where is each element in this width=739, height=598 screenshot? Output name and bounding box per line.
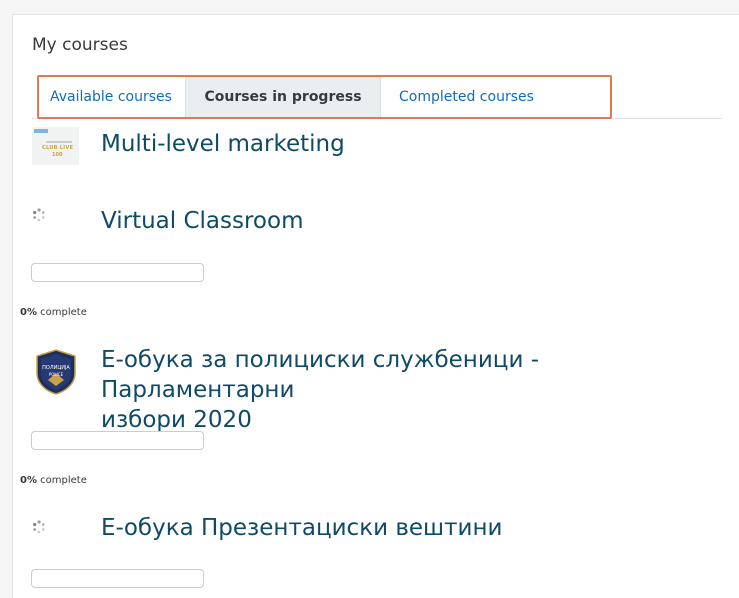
progress-bar xyxy=(31,569,204,588)
progress-bar xyxy=(31,431,204,450)
police-badge-icon[interactable]: ПОЛИЦИЈА POLICE xyxy=(34,349,78,395)
block-title: My courses xyxy=(32,35,128,55)
progress-suffix: complete xyxy=(36,307,87,318)
progress-suffix: complete xyxy=(36,475,87,486)
logo-strip xyxy=(34,129,48,133)
course-name-line-1: Е-обука за полициски службеници - Парлам… xyxy=(101,347,539,403)
thumbnail-club-text: CLUB LIVE xyxy=(42,145,74,151)
course-link-multi-level-marketing[interactable]: Multi-level marketing xyxy=(101,129,345,159)
progress-text: 0% complete xyxy=(20,475,87,486)
course-thumbnail-mlm[interactable]: CLUB LIVE 100 xyxy=(32,127,79,165)
course-link-virtual-classroom[interactable]: Virtual Classroom xyxy=(101,206,303,236)
loading-spinner-icon xyxy=(33,520,45,534)
my-courses-block: My courses Available courses Courses in … xyxy=(12,14,739,598)
thumbnail-number-text: 100 xyxy=(52,152,63,158)
tab-available-courses[interactable]: Available courses xyxy=(39,77,185,117)
course-link-police-elections[interactable]: Е-обука за полициски службеници - Парлам… xyxy=(101,345,739,435)
progress-percent: 0% xyxy=(20,307,37,318)
progress-percent: 0% xyxy=(20,475,37,486)
course-link-presentation-skills[interactable]: Е-обука Презентациски вештини xyxy=(101,513,502,543)
badge-text-mk: ПОЛИЦИЈА xyxy=(42,365,70,371)
tab-completed-courses[interactable]: Completed courses xyxy=(381,77,550,117)
badge-text-police: POLICE xyxy=(49,372,64,377)
loading-spinner-icon xyxy=(33,208,45,222)
tab-courses-in-progress[interactable]: Courses in progress xyxy=(185,77,381,117)
progress-text: 0% complete xyxy=(20,307,87,318)
course-tabs: Available courses Courses in progress Co… xyxy=(37,75,612,119)
progress-bar xyxy=(31,263,204,282)
